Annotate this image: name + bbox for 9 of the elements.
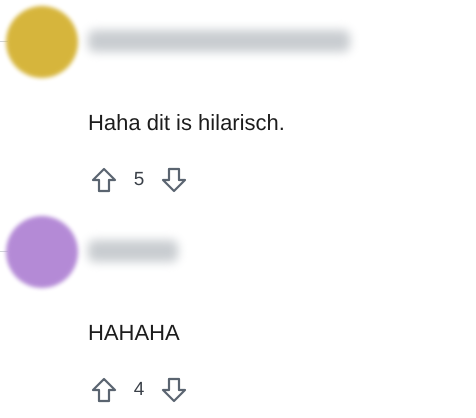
downvote-icon[interactable] [160,166,188,194]
upvote-icon[interactable] [90,376,118,404]
comment-text: Haha dit is hilarisch. [88,110,286,136]
comment-text: HAHAHA [88,320,181,346]
vote-count: 4 [132,379,146,401]
vote-count: 5 [132,169,146,191]
avatar[interactable] [6,216,78,288]
upvote-icon[interactable] [90,166,118,194]
downvote-icon[interactable] [160,376,188,404]
